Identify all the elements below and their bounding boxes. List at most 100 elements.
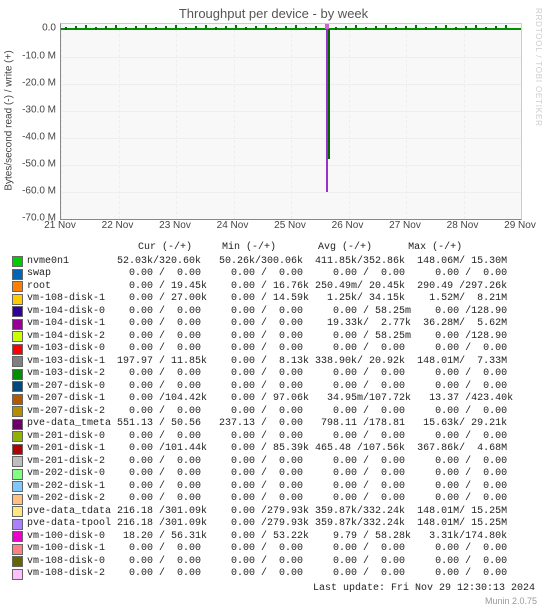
legend-row: pve-data_tmeta 551.13 / 50.56 237.13 / 0…	[12, 418, 535, 431]
legend-text: pve-data-tpool 216.18 /301.09k 0.00 /279…	[27, 518, 507, 531]
legend-text: vm-104-disk-0 0.00 / 0.00 0.00 / 0.00 0.…	[27, 306, 513, 319]
y-tick: -30.0 M	[22, 104, 56, 115]
legend-swatch	[12, 494, 23, 505]
legend-text: vm-104-disk-2 0.00 / 0.00 0.00 / 0.00 0.…	[27, 331, 513, 344]
x-tick: 23 Nov	[159, 220, 191, 231]
watermark-text: RRDTOOL / TOBI OETIKER	[534, 8, 543, 127]
legend: Cur (-/+) Min (-/+) Avg (-/+) Max (-/+) …	[12, 242, 535, 581]
legend-row: vm-202-disk-1 0.00 / 0.00 0.00 / 0.00 0.…	[12, 481, 535, 494]
legend-text: pve-data_tdata 216.18 /301.09k 0.00 /279…	[27, 506, 507, 519]
chart-title: Throughput per device - by week	[0, 0, 547, 23]
legend-header: Cur (-/+) Min (-/+) Avg (-/+) Max (-/+)	[12, 242, 535, 255]
legend-swatch	[12, 519, 23, 530]
legend-swatch	[12, 531, 23, 542]
legend-row: root 0.00 / 19.45k 0.00 / 16.76k 250.49m…	[12, 281, 535, 294]
legend-row: vm-100-disk-1 0.00 / 0.00 0.00 / 0.00 0.…	[12, 543, 535, 556]
last-update: Last update: Fri Nov 29 12:30:13 2024	[12, 583, 535, 594]
x-tick: 25 Nov	[274, 220, 306, 231]
legend-swatch	[12, 356, 23, 367]
legend-row: vm-104-disk-1 0.00 / 0.00 0.00 / 0.00 19…	[12, 318, 535, 331]
legend-row: vm-108-disk-2 0.00 / 0.00 0.00 / 0.00 0.…	[12, 568, 535, 581]
y-axis: 0.0 -10.0 M -20.0 M -30.0 M -40.0 M -50.0 M -6…	[18, 23, 60, 218]
legend-row: vm-100-disk-0 18.20 / 56.31k 0.00 / 53.2…	[12, 531, 535, 544]
legend-row: vm-103-disk-1 197.97 / 11.85k 0.00 / 8.1…	[12, 356, 535, 369]
legend-text: vm-201-disk-1 0.00 /101.44k 0.00 / 85.39…	[27, 443, 507, 456]
x-tick: 29 Nov	[504, 220, 536, 231]
legend-text: vm-202-disk-2 0.00 / 0.00 0.00 / 0.00 0.…	[27, 493, 507, 506]
legend-rows: nvme0n1 52.03k/320.60k 50.26k/300.06k 41…	[12, 256, 535, 581]
munin-version: Munin 2.0.75	[0, 594, 547, 610]
legend-row: nvme0n1 52.03k/320.60k 50.26k/300.06k 41…	[12, 256, 535, 269]
legend-swatch	[12, 269, 23, 280]
legend-row: vm-104-disk-0 0.00 / 0.00 0.00 / 0.00 0.…	[12, 306, 535, 319]
legend-row: vm-104-disk-2 0.00 / 0.00 0.00 / 0.00 0.…	[12, 331, 535, 344]
legend-text: vm-202-disk-1 0.00 / 0.00 0.00 / 0.00 0.…	[27, 481, 507, 494]
legend-swatch	[12, 294, 23, 305]
legend-swatch	[12, 319, 23, 330]
legend-row: pve-data_tdata 216.18 /301.09k 0.00 /279…	[12, 506, 535, 519]
legend-text: vm-103-disk-1 197.97 / 11.85k 0.00 / 8.1…	[27, 356, 507, 369]
legend-swatch	[12, 381, 23, 392]
legend-swatch	[12, 394, 23, 405]
legend-text: vm-108-disk-1 0.00 / 27.00k 0.00 / 14.59…	[27, 293, 507, 306]
y-tick: 0.0	[42, 23, 56, 34]
legend-text: nvme0n1 52.03k/320.60k 50.26k/300.06k 41…	[27, 256, 507, 269]
y-tick: -60.0 M	[22, 185, 56, 196]
legend-swatch	[12, 556, 23, 567]
legend-row: vm-207-disk-1 0.00 /104.42k 0.00 / 97.06…	[12, 393, 535, 406]
legend-text: vm-100-disk-0 18.20 / 56.31k 0.00 / 53.2…	[27, 531, 507, 544]
x-tick: 22 Nov	[102, 220, 134, 231]
legend-text: swap 0.00 / 0.00 0.00 / 0.00 0.00 / 0.00…	[27, 268, 507, 281]
legend-row: vm-202-disk-2 0.00 / 0.00 0.00 / 0.00 0.…	[12, 493, 535, 506]
legend-row: pve-data-tpool 216.18 /301.09k 0.00 /279…	[12, 518, 535, 531]
legend-row: vm-103-disk-0 0.00 / 0.00 0.00 / 0.00 0.…	[12, 343, 535, 356]
legend-swatch	[12, 344, 23, 355]
legend-text: pve-data_tmeta 551.13 / 50.56 237.13 / 0…	[27, 418, 507, 431]
legend-text: vm-103-disk-2 0.00 / 0.00 0.00 / 0.00 0.…	[27, 368, 507, 381]
legend-text: vm-207-disk-0 0.00 / 0.00 0.00 / 0.00 0.…	[27, 381, 507, 394]
legend-row: vm-201-disk-0 0.00 / 0.00 0.00 / 0.00 0.…	[12, 431, 535, 444]
legend-swatch	[12, 431, 23, 442]
y-tick: -10.0 M	[22, 50, 56, 61]
y-tick: -40.0 M	[22, 131, 56, 142]
legend-swatch	[12, 256, 23, 267]
y-axis-label-wrap: Bytes/second read (-) / write (+)	[0, 23, 18, 218]
legend-swatch	[12, 569, 23, 580]
chart-container: RRDTOOL / TOBI OETIKER Throughput per de…	[0, 0, 547, 610]
x-tick: 24 Nov	[217, 220, 249, 231]
legend-text: vm-108-disk-2 0.00 / 0.00 0.00 / 0.00 0.…	[27, 568, 507, 581]
y-axis-label: Bytes/second read (-) / write (+)	[4, 50, 15, 190]
legend-swatch	[12, 481, 23, 492]
legend-text: vm-100-disk-1 0.00 / 0.00 0.00 / 0.00 0.…	[27, 543, 507, 556]
legend-swatch	[12, 369, 23, 380]
y-tick: -20.0 M	[22, 77, 56, 88]
legend-row: vm-207-disk-0 0.00 / 0.00 0.00 / 0.00 0.…	[12, 381, 535, 394]
legend-row: vm-207-disk-2 0.00 / 0.00 0.00 / 0.00 0.…	[12, 406, 535, 419]
legend-text: root 0.00 / 19.45k 0.00 / 16.76k 250.49m…	[27, 281, 507, 294]
legend-swatch	[12, 469, 23, 480]
legend-swatch	[12, 406, 23, 417]
legend-text: vm-104-disk-1 0.00 / 0.00 0.00 / 0.00 19…	[27, 318, 507, 331]
plot-area-wrap: Bytes/second read (-) / write (+) 0.0 -10…	[0, 23, 547, 220]
legend-text: vm-201-disk-0 0.00 / 0.00 0.00 / 0.00 0.…	[27, 431, 507, 444]
legend-swatch	[12, 456, 23, 467]
legend-row: swap 0.00 / 0.00 0.00 / 0.00 0.00 / 0.00…	[12, 268, 535, 281]
legend-row: vm-108-disk-0 0.00 / 0.00 0.00 / 0.00 0.…	[12, 556, 535, 569]
legend-text: vm-103-disk-0 0.00 / 0.00 0.00 / 0.00 0.…	[27, 343, 507, 356]
legend-text: vm-207-disk-1 0.00 /104.42k 0.00 / 97.06…	[27, 393, 513, 406]
legend-row: vm-108-disk-1 0.00 / 27.00k 0.00 / 14.59…	[12, 293, 535, 306]
legend-swatch	[12, 306, 23, 317]
x-tick: 26 Nov	[332, 220, 364, 231]
legend-swatch	[12, 331, 23, 342]
legend-text: vm-108-disk-0 0.00 / 0.00 0.00 / 0.00 0.…	[27, 556, 507, 569]
legend-swatch	[12, 419, 23, 430]
x-tick: 28 Nov	[447, 220, 479, 231]
legend-row: vm-201-disk-2 0.00 / 0.00 0.00 / 0.00 0.…	[12, 456, 535, 469]
legend-row: vm-103-disk-2 0.00 / 0.00 0.00 / 0.00 0.…	[12, 368, 535, 381]
x-axis: 21 Nov22 Nov23 Nov24 Nov25 Nov26 Nov27 N…	[60, 220, 520, 236]
legend-text: vm-201-disk-2 0.00 / 0.00 0.00 / 0.00 0.…	[27, 456, 507, 469]
legend-swatch	[12, 544, 23, 555]
legend-swatch	[12, 281, 23, 292]
y-tick: -50.0 M	[22, 158, 56, 169]
legend-row: vm-201-disk-1 0.00 /101.44k 0.00 / 85.39…	[12, 443, 535, 456]
